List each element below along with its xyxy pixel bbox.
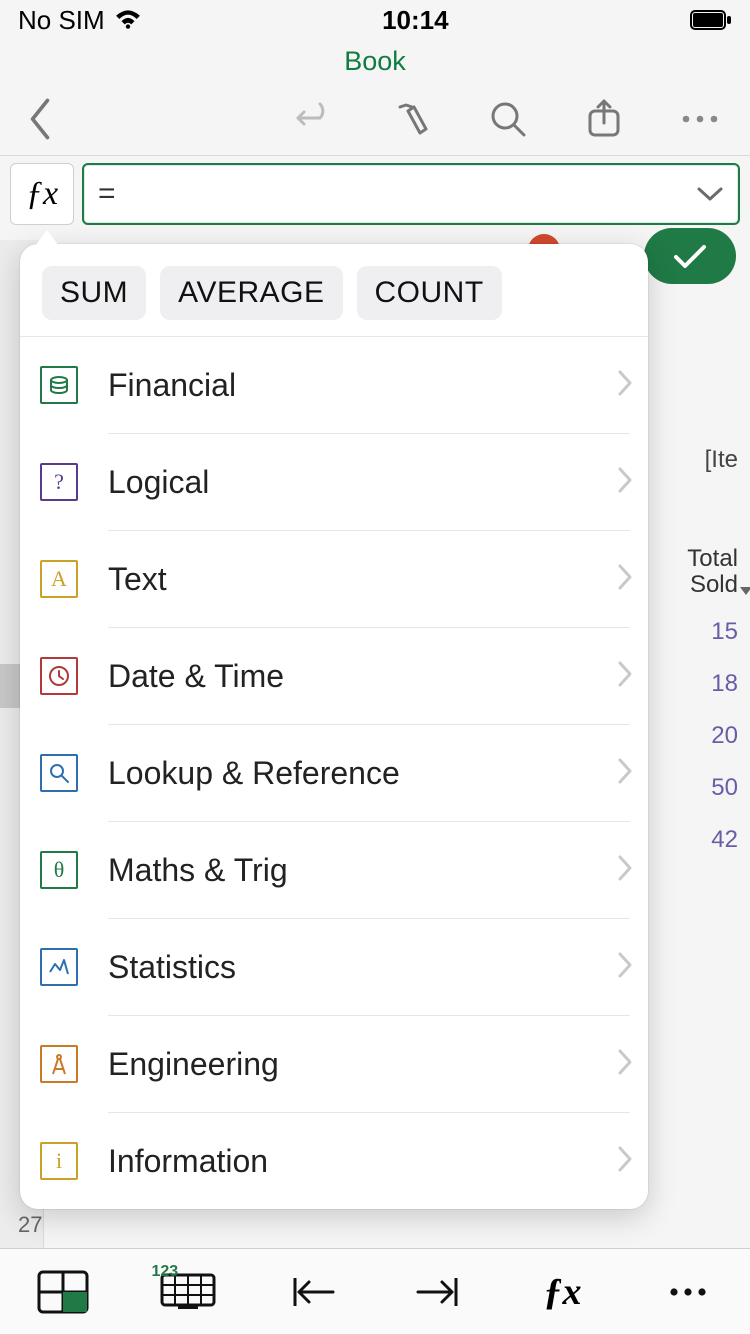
chevron-right-icon	[616, 465, 648, 500]
quick-fn-count[interactable]: COUNT	[357, 266, 502, 320]
edit-icon[interactable]	[392, 99, 432, 139]
category-label: Statistics	[108, 949, 616, 986]
more-bottom-button[interactable]	[648, 1286, 728, 1298]
bottom-toolbar: 123 ƒx	[0, 1248, 750, 1334]
more-button[interactable]	[680, 99, 720, 139]
accept-button[interactable]	[644, 228, 736, 284]
category-information[interactable]: i Information	[20, 1113, 648, 1209]
spark-icon	[40, 948, 78, 986]
chevron-right-icon	[616, 756, 648, 791]
battery-icon	[690, 10, 732, 30]
sheet-view-button[interactable]	[23, 1270, 103, 1314]
category-label: Lookup & Reference	[108, 755, 616, 792]
i-icon: i	[40, 1142, 78, 1180]
search-button[interactable]	[488, 99, 528, 139]
category-label: Financial	[108, 367, 616, 404]
cell-value: 42	[711, 826, 750, 854]
θ-icon: θ	[40, 851, 78, 889]
cell-value: 50	[711, 774, 750, 802]
category-financial[interactable]: Financial	[20, 337, 648, 433]
toolbar	[0, 82, 750, 156]
function-popover: SUM AVERAGE COUNT Financial? Logical A Text…	[20, 244, 648, 1209]
move-start-button[interactable]	[273, 1274, 353, 1310]
cell-value: 20	[711, 722, 750, 750]
chevron-right-icon	[616, 659, 648, 694]
search-icon	[40, 754, 78, 792]
coins-icon	[40, 366, 78, 404]
numeric-keyboard-button[interactable]: 123	[148, 1273, 228, 1311]
row-number: 27	[18, 1212, 42, 1238]
wifi-icon	[115, 5, 141, 36]
quick-fn-average[interactable]: AVERAGE	[160, 266, 342, 320]
back-button[interactable]	[27, 98, 53, 140]
cell-value: 18	[711, 670, 750, 698]
row-selection-marker	[0, 664, 20, 708]
filter-icon[interactable]	[740, 587, 750, 595]
expand-formula-icon[interactable]	[696, 177, 724, 211]
quick-functions-row: SUM AVERAGE COUNT	[20, 244, 648, 337]
formula-value: =	[98, 177, 696, 211]
function-keyboard-button[interactable]: ƒx	[523, 1270, 603, 1314]
?-icon: ?	[40, 463, 78, 501]
formula-bar: ƒx =	[0, 156, 750, 232]
chevron-right-icon	[616, 1144, 648, 1179]
compass-icon	[40, 1045, 78, 1083]
chevron-right-icon	[616, 562, 648, 597]
quick-fn-sum[interactable]: SUM	[42, 266, 146, 320]
category-engineering[interactable]: Engineering	[20, 1016, 648, 1112]
chevron-right-icon	[616, 368, 648, 403]
chevron-right-icon	[616, 1047, 648, 1082]
num-label: 123	[152, 1263, 179, 1281]
col-header-fragment: [Ite	[705, 446, 750, 474]
chevron-right-icon	[616, 950, 648, 985]
category-date-time[interactable]: Date & Time	[20, 628, 648, 724]
category-label: Information	[108, 1143, 616, 1180]
cell-value: 15	[711, 618, 750, 646]
category-lookup-reference[interactable]: Lookup & Reference	[20, 725, 648, 821]
fx-button[interactable]: ƒx	[10, 163, 74, 225]
category-label: Logical	[108, 464, 616, 501]
A-icon: A	[40, 560, 78, 598]
category-maths-trig[interactable]: θ Maths & Trig	[20, 822, 648, 918]
move-end-button[interactable]	[398, 1274, 478, 1310]
undo-button[interactable]	[294, 99, 336, 139]
formula-input[interactable]: =	[82, 163, 740, 225]
clock-icon	[40, 657, 78, 695]
category-label: Text	[108, 561, 616, 598]
category-label: Date & Time	[108, 658, 616, 695]
document-title: Book	[0, 40, 750, 82]
category-label: Maths & Trig	[108, 852, 616, 889]
clock-label: 10:14	[141, 5, 690, 36]
carrier-label: No SIM	[18, 5, 105, 36]
category-logical[interactable]: ? Logical	[20, 434, 648, 530]
status-bar: No SIM 10:14	[0, 0, 750, 40]
category-text[interactable]: A Text	[20, 531, 648, 627]
category-label: Engineering	[108, 1046, 616, 1083]
share-button[interactable]	[584, 99, 624, 139]
category-statistics[interactable]: Statistics	[20, 919, 648, 1015]
chevron-right-icon	[616, 853, 648, 888]
col-header: TotalSold	[650, 546, 750, 599]
